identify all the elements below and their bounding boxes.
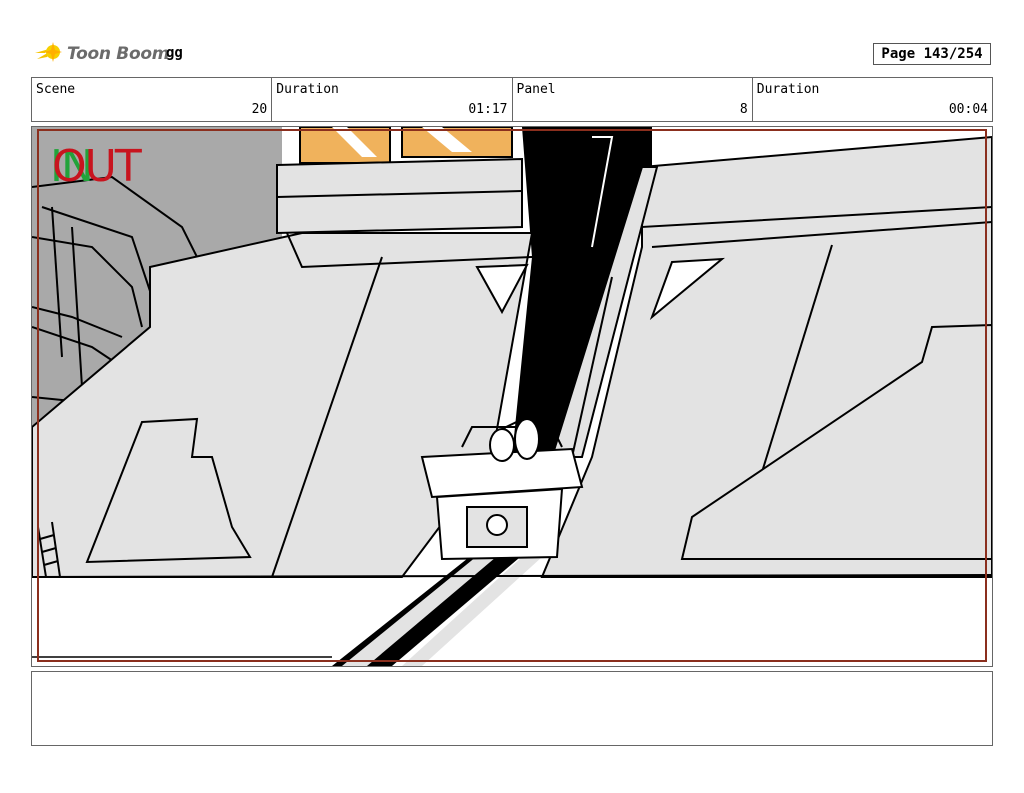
logo-text: Toon Boom <box>67 44 170 64</box>
panel-drawing <box>32 127 992 666</box>
panel-label: Panel <box>516 82 556 97</box>
panel-duration-label: Duration <box>756 82 820 97</box>
project-name: gg <box>166 45 183 61</box>
sparkle-logo-icon <box>35 42 62 62</box>
scene-value: 20 <box>251 102 268 117</box>
panel-notes-box[interactable] <box>31 671 993 746</box>
scene-duration-cell: Duration 01:17 <box>272 78 513 121</box>
scene-cell: Scene 20 <box>32 78 273 121</box>
panel-cell: Panel 8 <box>513 78 753 121</box>
toon-boom-logo: Toon Boom <box>33 38 169 70</box>
panel-duration-value: 00:04 <box>948 102 988 117</box>
scene-duration-value: 01:17 <box>468 102 508 117</box>
out-marker-text: OUT <box>52 141 142 192</box>
panel-value: 8 <box>739 102 748 117</box>
panel-info-row: Scene 20 Duration 01:17 Panel 8 Duration… <box>31 77 993 122</box>
page-indicator: Page 143/254 <box>873 43 991 65</box>
scene-duration-label: Duration <box>276 82 339 97</box>
scene-label: Scene <box>36 82 76 97</box>
storyboard-panel-frame: IN OUT <box>31 126 993 667</box>
panel-duration-cell: Duration 00:04 <box>753 78 992 121</box>
